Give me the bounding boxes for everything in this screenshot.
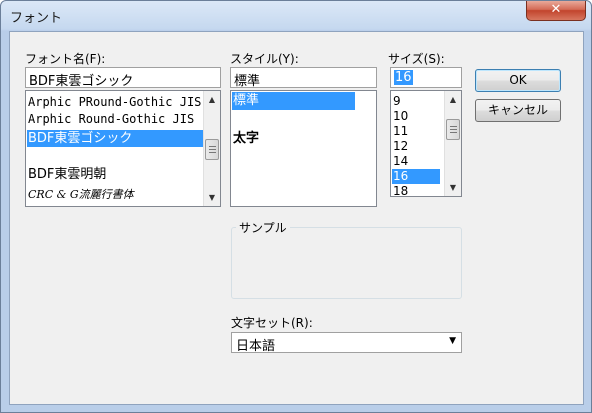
size-list-item[interactable]: 14 [392,154,442,169]
style-list-item[interactable]: 太字 [232,131,355,146]
font-list-item[interactable]: CRC & G流麗行書体 [27,187,203,202]
charset-value: 日本語 [236,339,276,354]
size-list-scrollbar[interactable]: ▲ ▼ [444,91,461,196]
size-label: サイズ(S): [388,52,445,66]
charset-select[interactable]: 日本語 ▼ [231,332,462,354]
size-list-item[interactable]: 10 [392,109,442,124]
scroll-down-arrow-icon[interactable]: ▼ [445,179,461,196]
font-list-item-selected[interactable]: BDF東雲ゴシック [27,130,203,147]
scroll-thumb[interactable] [446,119,460,140]
charset-label: 文字セット(R): [231,316,313,330]
font-name-input[interactable]: BDF東雲ゴシック [25,67,221,88]
size-input-value: 16 [394,70,413,85]
scroll-up-arrow-icon[interactable]: ▲ [204,91,220,108]
style-list[interactable]: 標準 太字 [230,90,377,207]
scroll-thumb[interactable] [205,139,219,160]
title-bar[interactable]: フォント ✕ [1,1,591,31]
font-list-scrollbar[interactable]: ▲ ▼ [203,91,220,206]
font-name-list[interactable]: Arphic PRound-Gothic JIS Arphic Round-Go… [25,90,221,207]
size-list-item[interactable]: 18 [392,184,442,196]
size-list-item[interactable]: 12 [392,139,442,154]
chevron-down-icon[interactable]: ▼ [449,336,456,346]
sample-group [231,227,462,299]
sample-title: サンプル [236,219,290,236]
font-list-item[interactable]: Arphic Round-Gothic JIS [27,112,203,127]
cancel-button[interactable]: キャンセル [475,99,561,122]
style-label: スタイル(Y): [230,52,299,66]
size-list-item[interactable]: 11 [392,124,442,139]
ok-button[interactable]: OK [475,69,561,92]
dialog-body: フォント名(F): BDF東雲ゴシック Arphic PRound-Gothic… [9,31,584,405]
close-button[interactable]: ✕ [526,1,586,21]
dialog-title: フォント [10,11,63,26]
font-dialog: フォント ✕ フォント名(F): BDF東雲ゴシック Arphic PRound… [0,0,592,413]
style-list-item-selected[interactable]: 標準 [232,92,355,110]
font-list-item[interactable]: Arphic PRound-Gothic JIS [27,95,203,110]
font-name-label: フォント名(F): [25,52,106,66]
scroll-down-arrow-icon[interactable]: ▼ [204,189,220,206]
size-list-item-selected[interactable]: 16 [392,169,440,184]
style-input[interactable]: 標準 [230,67,377,88]
size-list[interactable]: 9 10 11 12 14 16 18 ▲ ▼ [390,90,462,197]
size-input[interactable]: 16 [390,67,462,88]
size-list-item[interactable]: 9 [392,94,442,109]
font-list-item[interactable]: BDF東雲明朝 [27,167,203,182]
scroll-up-arrow-icon[interactable]: ▲ [445,91,461,108]
